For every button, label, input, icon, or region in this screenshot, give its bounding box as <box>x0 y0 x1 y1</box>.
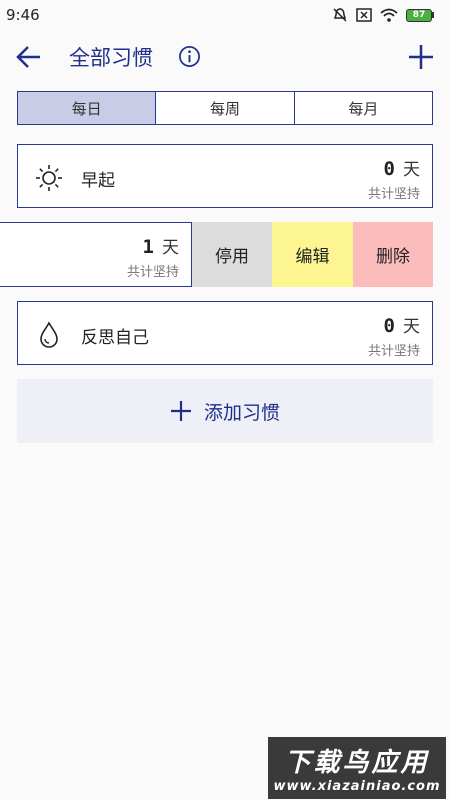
add-habit-label: 添加习惯 <box>203 401 280 424</box>
info-icon[interactable] <box>178 45 201 68</box>
back-arrow-icon[interactable] <box>14 42 44 72</box>
battery-icon: 87 <box>406 8 434 22</box>
habit-count: 0 天 <box>384 155 420 180</box>
period-tabs: 每日 每周 每月 <box>17 91 433 125</box>
disable-button[interactable]: 停用 <box>192 222 272 287</box>
habit-card-reflect[interactable]: 反思自己 0 天 共计坚持 <box>17 301 433 365</box>
status-time: 9:46 <box>6 6 40 24</box>
plus-icon <box>170 401 191 421</box>
habit-total-label: 共计坚持 <box>126 265 179 280</box>
habit-count-value: 1 <box>142 236 154 258</box>
habit-row-swiped: 1 天 共计坚持 停用 编辑 删除 <box>0 222 450 287</box>
mute-notification-icon <box>333 8 347 22</box>
habit-count-unit: 天 <box>403 317 420 337</box>
habit-card-swiped[interactable]: 1 天 共计坚持 <box>0 222 192 287</box>
page-title: 全部习惯 <box>69 46 153 70</box>
habit-total-label: 共计坚持 <box>367 344 420 359</box>
status-bar: 9:46 87 <box>0 0 450 30</box>
watermark-main: 下载鸟应用 <box>284 748 430 778</box>
water-drop-icon <box>40 321 58 348</box>
habit-name: 早起 <box>81 171 115 191</box>
sun-icon <box>36 165 62 191</box>
tab-daily[interactable]: 每日 <box>18 92 157 124</box>
edit-button[interactable]: 编辑 <box>272 222 353 287</box>
watermark-sub: www.xiazainiao.com <box>273 779 441 794</box>
watermark-logo: 下载鸟应用 www.xiazainiao.com <box>268 737 446 799</box>
habit-name: 反思自己 <box>81 328 149 348</box>
habit-count-unit: 天 <box>403 160 420 180</box>
app-header: 全部习惯 <box>0 30 450 84</box>
tab-monthly[interactable]: 每月 <box>294 92 432 124</box>
habit-total-label: 共计坚持 <box>367 187 420 202</box>
tab-weekly[interactable]: 每周 <box>156 92 295 124</box>
habit-count-value: 0 <box>383 315 395 337</box>
add-habit-button[interactable]: 添加习惯 <box>17 379 433 443</box>
habit-card-wake-early[interactable]: 早起 0 天 共计坚持 <box>17 144 433 208</box>
habit-count: 0 天 <box>384 312 420 337</box>
habit-count: 1 天 <box>143 233 179 258</box>
status-icons: 87 <box>332 7 434 23</box>
delete-button[interactable]: 删除 <box>353 222 433 287</box>
sim-x-icon <box>356 8 372 22</box>
add-icon[interactable] <box>406 42 436 72</box>
habit-count-value: 0 <box>383 158 395 180</box>
habit-count-unit: 天 <box>162 238 179 258</box>
wifi-icon <box>380 8 398 22</box>
